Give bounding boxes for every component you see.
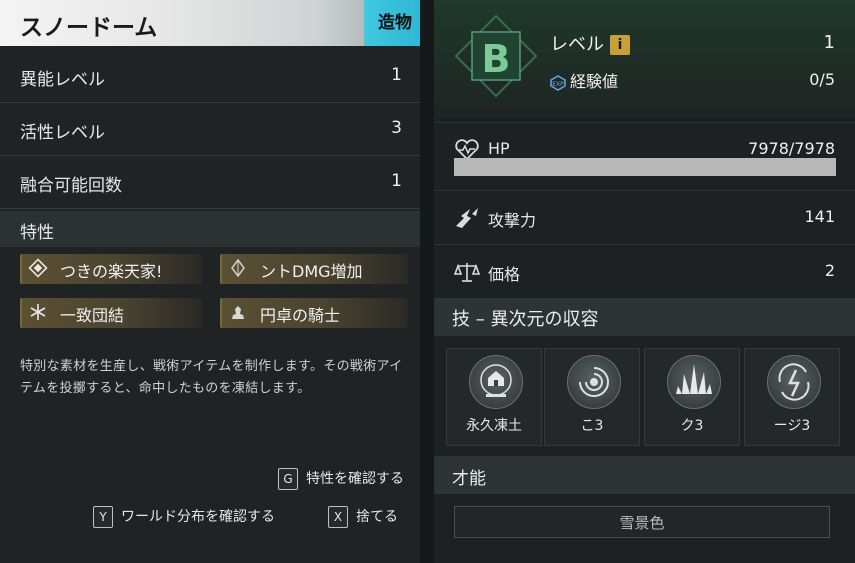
lightning-swirl-icon	[767, 355, 821, 409]
stat-label: 異能レベル	[20, 70, 105, 90]
exp-value: 0/5	[809, 70, 835, 89]
skill-label: こ3	[580, 418, 604, 434]
traits-header: 特性	[0, 211, 420, 247]
stat-value: 1	[391, 171, 402, 191]
trait-name: ントDMG増加	[260, 262, 363, 281]
skill-slot[interactable]: ージ3	[744, 348, 840, 446]
level-section: B レベル i 1 EXP 経験値 0/5	[434, 0, 855, 118]
character-stats-panel: B レベル i 1 EXP 経験値 0/5 HP 7978/7978 攻撃力 141…	[434, 0, 855, 563]
stat-row-fusion-count: 融合可能回数 1	[0, 156, 420, 209]
world-distribution-button[interactable]: Y ワールド分布を確認する	[93, 506, 275, 528]
stat-label: 活性レベル	[20, 123, 105, 143]
rank-letter: B	[482, 37, 511, 81]
action-label: ワールド分布を確認する	[121, 509, 275, 525]
knight-icon	[228, 302, 248, 322]
skills-header: 技 – 異次元の収容	[434, 298, 855, 336]
talent-header-label: 才能	[452, 469, 486, 489]
stat-value: 3	[391, 118, 402, 138]
item-type-label: 造物	[378, 13, 412, 33]
talent-name: 雪景色	[619, 514, 665, 532]
talent-header: 才能	[434, 456, 855, 494]
trait-item[interactable]: ントDMG増加	[220, 254, 408, 284]
skill-slot[interactable]: 永久凍土	[446, 348, 542, 446]
skill-label: ク3	[680, 418, 704, 434]
key-y-icon: Y	[93, 506, 113, 528]
vortex-icon	[567, 355, 621, 409]
snow-house-icon	[469, 355, 523, 409]
hp-label: HP	[488, 139, 510, 158]
stat-row-active-level: 活性レベル 3	[0, 103, 420, 156]
hp-bar	[454, 158, 836, 176]
rank-badge: B	[454, 14, 538, 98]
item-title: スノードーム	[20, 15, 158, 41]
check-traits-button[interactable]: G 特性を確認する	[278, 468, 404, 490]
stat-value: 1	[391, 65, 402, 85]
attack-value: 141	[804, 207, 835, 226]
trait-item[interactable]: 円卓の騎士	[220, 298, 408, 328]
skill-label: 永久凍土	[466, 418, 522, 434]
attack-label: 攻撃力	[488, 211, 537, 230]
svg-text:EXP: EXP	[552, 81, 564, 88]
level-label: レベル	[550, 34, 604, 55]
attack-icon	[454, 206, 480, 230]
diamond-icon	[28, 258, 48, 278]
stat-label: 融合可能回数	[20, 176, 122, 196]
discard-button[interactable]: X 捨てる	[328, 506, 398, 528]
trait-name: 円卓の騎士	[260, 306, 341, 325]
price-value: 2	[824, 261, 835, 280]
price-row: 価格 2	[434, 244, 855, 299]
talent-slot[interactable]: 雪景色	[454, 506, 830, 538]
trait-item[interactable]: 一致団結	[20, 298, 202, 328]
skill-slot[interactable]: こ3	[544, 348, 640, 446]
exp-label-wrap: EXP 経験値	[550, 68, 618, 92]
crystal-spikes-icon	[667, 355, 721, 409]
trait-name: つきの楽天家!	[60, 262, 163, 281]
item-type-tag: 造物	[364, 0, 420, 46]
price-label: 価格	[488, 265, 521, 284]
exp-icon: EXP	[550, 74, 566, 91]
crystal-icon	[228, 258, 248, 278]
action-label: 特性を確認する	[306, 471, 404, 487]
skills-header-label: 技 – 異次元の収容	[452, 309, 599, 330]
info-icon[interactable]: i	[610, 35, 630, 55]
panel-divider	[420, 0, 434, 563]
action-label: 捨てる	[356, 509, 398, 525]
trait-item[interactable]: つきの楽天家!	[20, 254, 202, 284]
level-value: 1	[823, 32, 835, 53]
stat-row-ability-level: 異能レベル 1	[0, 50, 420, 103]
skill-label: ージ3	[773, 418, 811, 434]
item-header: スノードーム 造物	[0, 0, 420, 46]
key-g-icon: G	[278, 468, 298, 490]
item-description: 特別な素材を生産し、戦術アイテムを制作します。その戦術アイテムを投擲すると、命中…	[20, 359, 403, 396]
key-x-icon: X	[328, 506, 348, 528]
trait-name: 一致団結	[60, 306, 125, 325]
snowflake-icon	[28, 302, 48, 322]
item-detail-panel: スノードーム 造物 異能レベル 1 活性レベル 3 融合可能回数 1 特性 つき…	[0, 0, 420, 563]
level-label-wrap: レベル i	[550, 30, 630, 56]
attack-row: 攻撃力 141	[434, 190, 855, 245]
skill-slot[interactable]: ク3	[644, 348, 740, 446]
traits-header-label: 特性	[20, 223, 54, 243]
scale-icon	[453, 260, 481, 284]
hp-row: HP 7978/7978	[434, 122, 855, 187]
hp-value: 7978/7978	[748, 139, 835, 158]
exp-label: 経験値	[570, 72, 619, 91]
